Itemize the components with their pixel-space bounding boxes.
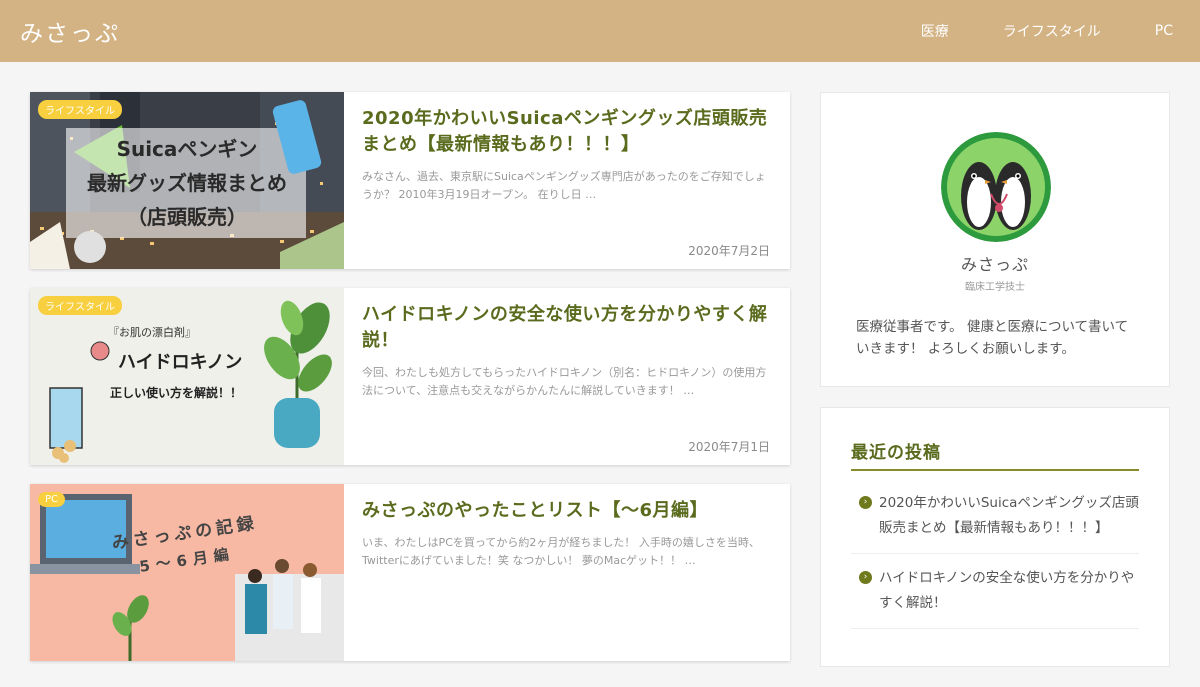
post-excerpt: いま、わたしはPCを買ってから約2ヶ月が経ちました！ 入手時の嬉しさを当時、Tw… bbox=[362, 536, 760, 567]
recent-post-title[interactable]: ハイドロキノンの安全な使い方を分かりやすく解説！ bbox=[879, 570, 1134, 611]
post-excerpt: みなさん、過去、東京駅にSuicaペンギングッズ専門店があったのをご存知でしょう… bbox=[362, 170, 766, 201]
category-badge[interactable]: PC bbox=[38, 492, 66, 507]
nav-item-pc[interactable]: PC bbox=[1128, 23, 1200, 39]
profile-role: 臨床工学技士 bbox=[965, 282, 1025, 293]
recent-posts-widget: 最近の投稿 › 2020年かわいいSuicaペンギングッズ店頭販売まとめ【最新情… bbox=[820, 407, 1170, 667]
post-card[interactable]: ライフスタイル Suicaペンギン 最新グッズ情報まとめ （店頭販売） 2020… bbox=[30, 92, 790, 269]
profile-name: みさっぷ bbox=[960, 255, 1029, 274]
thumbnail-line: 最新グッズ情報まとめ bbox=[87, 171, 287, 195]
post-title[interactable]: ハイドロキノンの安全な使い方を分かりやすく解説！ bbox=[362, 302, 772, 354]
recent-post-link[interactable]: › ハイドロキノンの安全な使い方を分かりやすく解説！ bbox=[851, 566, 1139, 629]
penguin-avatar-icon bbox=[941, 132, 1051, 242]
post-thumbnail-record[interactable]: PC みさっぷの記録 5〜6月編 bbox=[30, 484, 344, 661]
chevron-right-icon: › bbox=[859, 496, 872, 509]
profile-description: 医療従事者です。 健康と医療について書いていきます！ よろしくお願いします。 bbox=[856, 319, 1129, 357]
nav-item-medical[interactable]: 医療 bbox=[894, 21, 976, 41]
recent-post-link[interactable]: › 2020年かわいいSuicaペンギングッズ店頭販売まとめ【最新情報もあり！！… bbox=[851, 491, 1139, 554]
category-badge[interactable]: ライフスタイル bbox=[38, 100, 122, 119]
post-body: 2020年かわいいSuicaペンギングッズ店頭販売まとめ【最新情報もあり！！！】… bbox=[362, 106, 772, 203]
post-body: ハイドロキノンの安全な使い方を分かりやすく解説！ 今回、わたしも処方してもらった… bbox=[362, 302, 772, 399]
post-date: 2020年7月2日 bbox=[688, 244, 770, 258]
main-nav: 医療 ライフスタイル PC bbox=[894, 0, 1200, 62]
sidebar: みさっぷ 臨床工学技士 医療従事者です。 健康と医療について書いていきます！ よ… bbox=[820, 92, 1170, 687]
recent-post-title[interactable]: 2020年かわいいSuicaペンギングッズ店頭販売まとめ【最新情報もあり！！！】 bbox=[879, 495, 1139, 536]
thumbnail-line: Suicaペンギン bbox=[116, 137, 258, 161]
category-badge[interactable]: ライフスタイル bbox=[38, 296, 122, 315]
nav-item-lifestyle[interactable]: ライフスタイル bbox=[976, 21, 1128, 41]
site-title[interactable]: みさっぷ bbox=[20, 14, 120, 48]
thumbnail-line: 正しい使い方を解説！！ bbox=[110, 386, 243, 400]
chevron-right-icon: › bbox=[859, 570, 872, 584]
post-thumbnail-suica[interactable]: ライフスタイル Suicaペンギン 最新グッズ情報まとめ （店頭販売） bbox=[30, 92, 344, 269]
thumbnail-line: （店頭販売） bbox=[127, 205, 247, 229]
post-thumbnail-hydroquinone[interactable]: ライフスタイル 『お肌の漂白剤』 ハイドロキノン 正しい使い方を解説！！ bbox=[30, 288, 344, 465]
post-card[interactable]: PC みさっぷの記録 5〜6月編 みさっぷのやったことリスト【〜6月編】 いま、… bbox=[30, 484, 790, 661]
post-list: ライフスタイル Suicaペンギン 最新グッズ情報まとめ （店頭販売） 2020… bbox=[30, 92, 790, 680]
post-title[interactable]: 2020年かわいいSuicaペンギングッズ店頭販売まとめ【最新情報もあり！！！】 bbox=[362, 106, 772, 158]
post-body: みさっぷのやったことリスト【〜6月編】 いま、わたしはPCを買ってから約2ヶ月が… bbox=[362, 498, 772, 569]
laptop-people-illustration bbox=[30, 484, 344, 661]
avatar bbox=[941, 132, 1051, 242]
post-title[interactable]: みさっぷのやったことリスト【〜6月編】 bbox=[362, 498, 772, 524]
thumbnail-line: 『お肌の漂白剤』 bbox=[108, 326, 196, 339]
post-card[interactable]: ライフスタイル 『お肌の漂白剤』 ハイドロキノン 正しい使い方を解説！！ ハイド… bbox=[30, 288, 790, 465]
recent-posts-heading: 最近の投稿 bbox=[851, 438, 1139, 471]
post-excerpt: 今回、わたしも処方してもらったハイドロキノン（別名：ヒドロキノン）の使用方法につ… bbox=[362, 366, 767, 397]
profile-widget: みさっぷ 臨床工学技士 医療従事者です。 健康と医療について書いていきます！ よ… bbox=[820, 92, 1170, 387]
thumbnail-caption: Suicaペンギン 最新グッズ情報まとめ （店頭販売） bbox=[30, 132, 344, 234]
site-header: みさっぷ 医療 ライフスタイル PC bbox=[0, 0, 1200, 62]
post-date: 2020年7月1日 bbox=[688, 440, 770, 454]
thumbnail-line: ハイドロキノン bbox=[118, 352, 243, 373]
